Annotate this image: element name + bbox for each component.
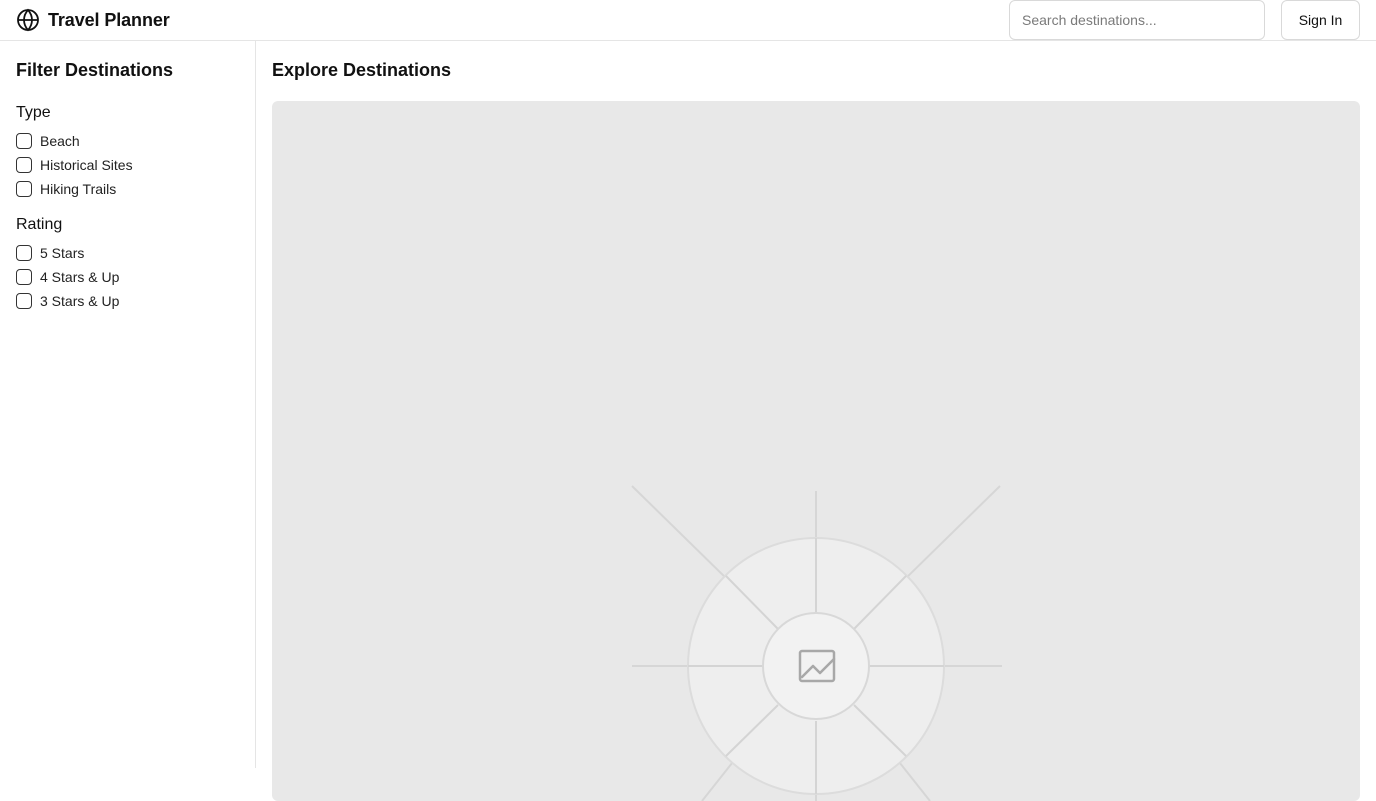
hiking-trails-checkbox[interactable] [16, 181, 32, 197]
historical-sites-checkbox[interactable] [16, 157, 32, 173]
filter-option-label: Beach [40, 133, 80, 149]
filter-option-4-stars-up[interactable]: 4 Stars & Up [16, 268, 119, 286]
destination-image-placeholder [272, 101, 1360, 801]
sign-in-button[interactable]: Sign In [1281, 0, 1360, 40]
placeholder-graphic [631, 485, 1002, 801]
filter-group-type-title: Type [16, 104, 51, 121]
brand[interactable]: Travel Planner [16, 8, 170, 32]
filter-option-label: Hiking Trails [40, 181, 117, 197]
filter-option-3-stars-up[interactable]: 3 Stars & Up [16, 292, 119, 310]
filter-option-label: 4 Stars & Up [40, 269, 120, 285]
filter-option-label: Historical Sites [40, 157, 133, 173]
4-stars-up-checkbox[interactable] [16, 269, 32, 285]
filter-option-label: 5 Stars [40, 245, 85, 261]
filter-option-label: 3 Stars & Up [40, 293, 120, 309]
filter-option-5-stars[interactable]: 5 Stars [16, 244, 84, 262]
search-input[interactable] [1009, 0, 1265, 40]
filter-sidebar: Filter Destinations Type Beach Historica… [0, 41, 256, 768]
3-stars-up-checkbox[interactable] [16, 293, 32, 309]
page-title: Explore Destinations [272, 60, 452, 80]
app-title: Travel Planner [48, 9, 170, 30]
filter-option-historical-sites[interactable]: Historical Sites [16, 156, 133, 174]
beach-checkbox[interactable] [16, 133, 32, 149]
5-stars-checkbox[interactable] [16, 245, 32, 261]
filter-option-beach[interactable]: Beach [16, 132, 80, 150]
filter-option-hiking-trails[interactable]: Hiking Trails [16, 180, 116, 198]
sidebar-title: Filter Destinations [16, 60, 174, 80]
globe-icon [17, 8, 39, 32]
filter-group-rating-title: Rating [16, 216, 63, 233]
top-bar: Travel Planner Sign In [0, 0, 1376, 41]
main-content: Explore Destinations [256, 41, 1376, 801]
